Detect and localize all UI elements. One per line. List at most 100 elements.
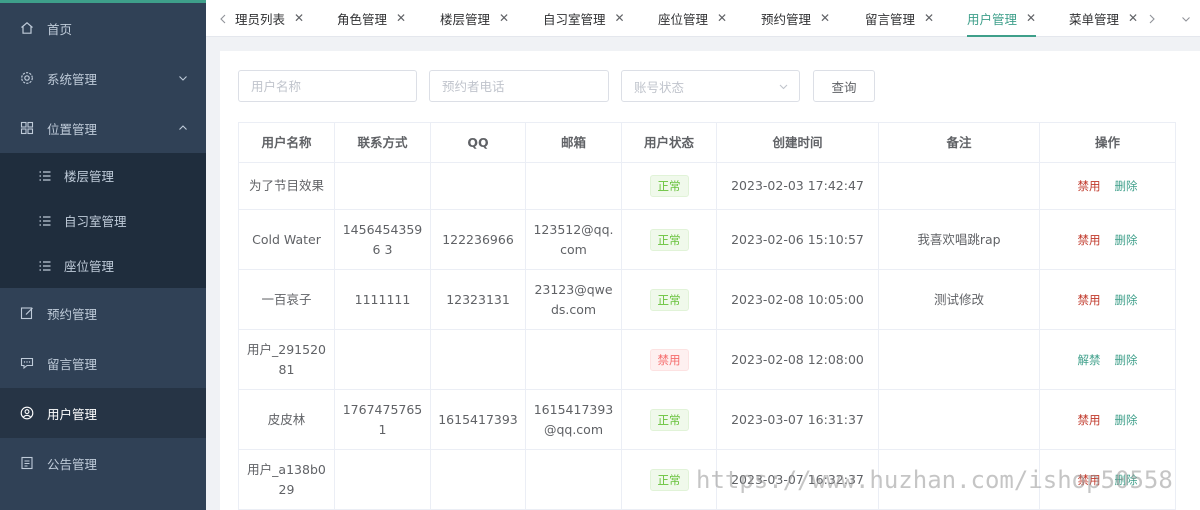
close-icon[interactable]: ✕ <box>499 11 509 25</box>
tab-reservation[interactable]: 预约管理 ✕ <box>761 0 830 36</box>
status-badge: 正常 <box>649 288 689 311</box>
cell-created: 2023-02-06 15:10:57 <box>716 209 879 270</box>
cell-remark <box>878 389 1040 450</box>
tab-scroll-right-icon[interactable] <box>1143 0 1161 37</box>
tab-floor[interactable]: 楼层管理 ✕ <box>440 0 509 36</box>
query-button[interactable]: 查询 <box>813 70 875 102</box>
cell-email <box>525 162 622 210</box>
tab-role[interactable]: 角色管理 ✕ <box>337 0 406 36</box>
sidebar-item-floor[interactable]: 楼层管理 <box>0 153 206 198</box>
close-icon[interactable]: ✕ <box>1128 11 1138 25</box>
tab-study-room[interactable]: 自习室管理 ✕ <box>543 0 625 36</box>
cell-qq: 122236966 <box>430 209 526 270</box>
cell-created: 2023-02-08 10:05:00 <box>716 269 879 330</box>
column-header: QQ <box>430 122 526 163</box>
delete-button[interactable]: 删除 <box>1115 176 1138 196</box>
cell-status: 正常 <box>621 162 717 210</box>
enable-button[interactable]: 解禁 <box>1078 350 1101 370</box>
cell-qq <box>430 162 526 210</box>
cell-remark: 我喜欢唱跳rap <box>878 209 1040 270</box>
close-icon[interactable]: ✕ <box>820 11 830 25</box>
tab-message[interactable]: 留言管理 ✕ <box>865 0 934 36</box>
sidebar-item-label: 座位管理 <box>64 259 115 274</box>
sidebar-item-location[interactable]: 位置管理 <box>0 103 206 153</box>
cell-qq: 12323131 <box>430 269 526 330</box>
sidebar-item-label: 用户管理 <box>47 406 98 422</box>
delete-button[interactable]: 删除 <box>1115 470 1138 490</box>
status-badge: 正常 <box>649 468 689 491</box>
cell-created: 2023-02-03 17:42:47 <box>716 162 879 210</box>
disable-button[interactable]: 禁用 <box>1078 290 1101 310</box>
table-row: 为了节目效果 正常 2023-02-03 17:42:47 禁用 删除 <box>238 162 1176 210</box>
sidebar-item-label: 楼层管理 <box>64 169 115 184</box>
sidebar-item-label: 公告管理 <box>47 456 98 472</box>
cell-username: 为了节目效果 <box>238 162 335 210</box>
cell-phone <box>334 162 431 210</box>
cell-username: Cold Water <box>238 209 335 270</box>
close-icon[interactable]: ✕ <box>294 11 304 25</box>
cell-actions: 禁用 删除 <box>1039 209 1176 270</box>
delete-button[interactable]: 删除 <box>1115 230 1138 250</box>
main-content: 账号状态 查询 用户名称 联系方式 QQ 邮箱 用户状态 创建时间 备注 操作 … <box>220 51 1200 510</box>
cell-qq <box>430 449 526 510</box>
table-header-row: 用户名称 联系方式 QQ 邮箱 用户状态 创建时间 备注 操作 <box>238 122 1176 163</box>
close-icon[interactable]: ✕ <box>924 11 934 25</box>
cell-username: 用户_291520 81 <box>238 329 335 390</box>
cell-email: 1615417393 @qq.com <box>525 389 622 450</box>
sidebar-item-reservation[interactable]: 预约管理 <box>0 288 206 338</box>
disable-button[interactable]: 禁用 <box>1078 176 1101 196</box>
sidebar-item-label: 系统管理 <box>47 71 98 87</box>
list-icon <box>38 259 52 273</box>
gear-icon <box>20 71 34 85</box>
cell-phone <box>334 329 431 390</box>
tab-admin-list[interactable]: 理员列表 ✕ <box>235 0 304 36</box>
sidebar-item-notice[interactable]: 公告管理 <box>0 438 206 488</box>
phone-search-input[interactable] <box>429 70 609 102</box>
cell-username: 皮皮林 <box>238 389 335 450</box>
sidebar-item-study-room[interactable]: 自习室管理 <box>0 198 206 243</box>
disable-button[interactable]: 禁用 <box>1078 230 1101 250</box>
column-header: 用户名称 <box>238 122 335 163</box>
tab-bar: 理员列表 ✕ 角色管理 ✕ 楼层管理 ✕ 自习室管理 ✕ 座位管理 ✕ 预约管理 ✕ 留言管… <box>206 0 1200 37</box>
tab-seat[interactable]: 座位管理 ✕ <box>658 0 727 36</box>
close-icon[interactable]: ✕ <box>396 11 406 25</box>
cell-actions: 禁用 删除 <box>1039 162 1176 210</box>
sidebar-item-home[interactable]: 首页 <box>0 3 206 53</box>
cell-qq <box>430 329 526 390</box>
username-search-input[interactable] <box>238 70 417 102</box>
sidebar-item-system[interactable]: 系统管理 <box>0 53 206 103</box>
sidebar-item-user[interactable]: 用户管理 <box>0 388 206 438</box>
status-badge: 正常 <box>649 228 689 251</box>
cell-email <box>525 449 622 510</box>
delete-button[interactable]: 删除 <box>1115 290 1138 310</box>
document-icon <box>20 456 34 470</box>
table-row: 皮皮林 17674757651 1615417393 1615417393 @q… <box>238 389 1176 450</box>
table-row: 用户_291520 81 禁用 2023-02-08 12:08:00 解禁 删除 <box>238 329 1176 390</box>
list-icon <box>38 169 52 183</box>
account-status-select[interactable]: 账号状态 <box>621 70 800 102</box>
disable-button[interactable]: 禁用 <box>1078 410 1101 430</box>
column-header: 联系方式 <box>334 122 431 163</box>
chevron-down-icon <box>179 76 187 81</box>
close-icon[interactable]: ✕ <box>717 11 727 25</box>
tab-menu[interactable]: 菜单管理 ✕ <box>1069 0 1138 36</box>
cell-email: 123512@qq. com <box>525 209 622 270</box>
tab-scroll-left-icon[interactable] <box>214 0 232 37</box>
close-icon[interactable]: ✕ <box>1026 11 1036 25</box>
disable-button[interactable]: 禁用 <box>1078 470 1101 490</box>
sidebar-item-message[interactable]: 留言管理 <box>0 338 206 388</box>
sidebar-item-label: 自习室管理 <box>64 214 127 229</box>
delete-button[interactable]: 删除 <box>1115 410 1138 430</box>
cell-email: 23123@qwe ds.com <box>525 269 622 330</box>
delete-button[interactable]: 删除 <box>1115 350 1138 370</box>
status-badge: 正常 <box>649 408 689 431</box>
sidebar-item-seat[interactable]: 座位管理 <box>0 243 206 288</box>
table-row: 用户_a138b0 29 正常 2023-03-07 16:32:37 禁用 删除 <box>238 449 1176 510</box>
sidebar-item-label: 位置管理 <box>47 121 98 137</box>
tab-user[interactable]: 用户管理 ✕ <box>967 0 1037 37</box>
cell-phone: 17674757651 <box>334 389 431 450</box>
close-icon[interactable]: ✕ <box>615 11 625 25</box>
tab-menu-dropdown-icon[interactable] <box>1177 0 1195 37</box>
sidebar-item-label: 预约管理 <box>47 306 98 322</box>
table-row: Cold Water 14564543596 3 122236966 12351… <box>238 209 1176 270</box>
